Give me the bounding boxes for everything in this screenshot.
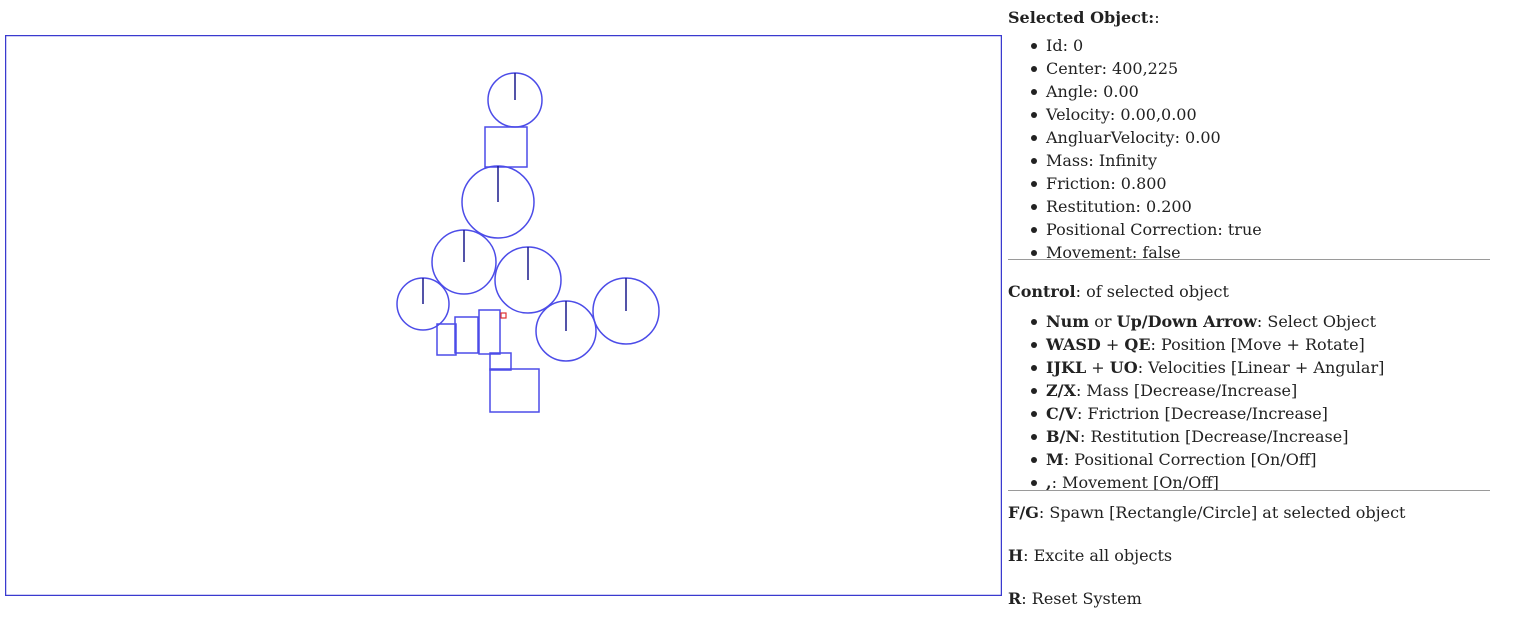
control-description: : Reset System [1021,589,1142,608]
control-heading: Control: of selected object [1008,280,1490,304]
property-label: Positional Correction: [1046,220,1228,239]
control-item-mass: Z/X: Mass [Decrease/Increase] [1028,379,1490,402]
control-title: Control [1008,282,1076,301]
scene-svg[interactable] [5,35,1002,596]
property-label: Id: [1046,36,1074,55]
info-panel: Selected Object:: Id: 0 Center: 400,225 … [1008,6,1490,611]
property-center: Center: 400,225 [1028,57,1490,80]
rectangle-object-2[interactable] [436,323,457,356]
selected-object-properties: Id: 0 Center: 400,225 Angle: 0.00 Veloci… [1008,34,1490,259]
excite-control: H: Excite all objects [1008,544,1490,568]
rectangle-object-6[interactable] [489,368,540,413]
control-description: : Spawn [Rectangle/Circle] at selected o… [1038,503,1406,522]
control-description: : Select Object [1256,312,1377,331]
property-label: Mass: [1046,151,1099,170]
property-angular-velocity: AngluarVelocity: 0.00 [1028,126,1490,149]
property-value: 0.800 [1120,174,1167,193]
control-item-velocities: IJKL + UO: Velocities [Linear + Angular] [1028,356,1490,379]
rectangle-object-4[interactable] [478,309,501,355]
property-id: Id: 0 [1028,34,1490,57]
property-label: Restitution: [1046,197,1146,216]
circle-object-6[interactable] [535,300,597,362]
control-item-position: WASD + QE: Position [Move + Rotate] [1028,333,1490,356]
property-label: Angle: [1046,82,1104,101]
control-description: : Velocities [Linear + Angular] [1137,358,1385,377]
property-restitution: Restitution: 0.200 [1028,195,1490,218]
circle-object-4[interactable] [494,246,562,314]
control-description: : Position [Move + Rotate] [1150,335,1365,354]
circle-object-3[interactable] [431,229,497,295]
property-value: 400,225 [1112,59,1179,78]
control-subtitle: : of selected object [1075,282,1229,301]
property-label: Center: [1046,59,1113,78]
property-movement: Movement: false [1028,241,1490,259]
rectangle-object-3[interactable] [454,316,479,354]
control-description: : Positional Correction [On/Off] [1063,450,1317,469]
selected-object-title: Selected Object: [1008,8,1155,27]
control-item-positional-correction: M: Positional Correction [On/Off] [1028,448,1490,471]
control-key: F/G [1008,503,1039,522]
property-value: 0.200 [1145,197,1192,216]
property-value: 0.00,0.00 [1120,105,1197,124]
property-friction: Friction: 0.800 [1028,172,1490,195]
control-joiner: or [1089,312,1117,331]
circle-object-2[interactable] [461,165,535,239]
control-item-friction: C/V: Frictrion [Decrease/Increase] [1028,402,1490,425]
property-label: Friction: [1046,174,1121,193]
control-description: : Movement [On/Off] [1051,473,1219,490]
control-key: WASD [1046,335,1101,354]
control-description: : Mass [Decrease/Increase] [1075,381,1298,400]
reset-control: R: Reset System [1008,587,1490,611]
selected-object-marker [500,312,507,319]
property-value: false [1142,243,1181,259]
property-velocity: Velocity: 0.00,0.00 [1028,103,1490,126]
selected-object-heading: Selected Object:: [1008,6,1490,30]
property-label: AngluarVelocity: [1046,128,1186,147]
property-angle: Angle: 0.00 [1028,80,1490,103]
control-key: Num [1046,312,1090,331]
spawn-control: F/G: Spawn [Rectangle/Circle] at selecte… [1008,501,1490,525]
control-item-restitution: B/N: Restitution [Decrease/Increase] [1028,425,1490,448]
property-value: Infinity [1098,151,1158,170]
control-key: UO [1109,358,1138,377]
rectangle-object-5[interactable] [489,352,512,371]
property-value: 0 [1073,36,1084,55]
control-list: Num or Up/Down Arrow: Select Object WASD… [1008,310,1490,490]
control-description: : Excite all objects [1023,546,1173,565]
control-description: : Restitution [Decrease/Increase] [1080,427,1349,446]
circle-object-1[interactable] [487,72,543,128]
property-value: 0.00 [1185,128,1221,147]
control-item-movement: ,: Movement [On/Off] [1028,471,1490,490]
control-key: H [1008,546,1024,565]
circle-object-7[interactable] [592,277,660,345]
control-key: Up/Down Arrow [1116,312,1257,331]
circle-object-5[interactable] [396,277,450,331]
control-description: : Frictrion [Decrease/Increase] [1077,404,1328,423]
panel-divider [1008,259,1490,260]
panel-divider [1008,490,1490,491]
physics-canvas[interactable] [5,35,1002,596]
canvas-border [5,35,1002,596]
property-label: Velocity: [1046,105,1121,124]
control-joiner: + [1100,335,1125,354]
property-mass: Mass: Infinity [1028,149,1490,172]
control-key: M [1046,450,1064,469]
control-joiner: + [1086,358,1110,377]
control-key: QE [1124,335,1151,354]
selected-object-title-suffix: : [1154,8,1160,27]
property-label: Movement: [1046,243,1143,259]
control-key: C/V [1046,404,1077,423]
property-positional-correction: Positional Correction: true [1028,218,1490,241]
property-value: 0.00 [1103,82,1139,101]
control-key: IJKL [1046,358,1087,377]
control-key: B/N [1046,427,1080,446]
control-item-select: Num or Up/Down Arrow: Select Object [1028,310,1490,333]
property-value: true [1227,220,1262,239]
control-key: Z/X [1046,381,1076,400]
rectangle-object-1[interactable] [484,126,528,168]
control-key: R [1008,589,1022,608]
